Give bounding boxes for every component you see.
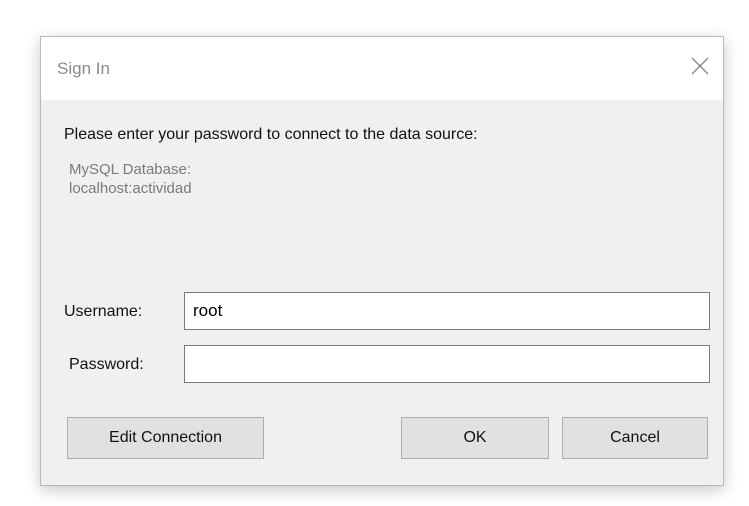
ok-label: OK	[463, 429, 487, 446]
close-icon[interactable]	[687, 53, 713, 79]
edit-connection-label: Edit Connection	[109, 429, 222, 446]
password-field[interactable]	[184, 345, 710, 383]
ok-button[interactable]: OK	[401, 417, 549, 459]
password-label: Password:	[69, 356, 144, 373]
data-source-name: localhost:actividad	[69, 180, 192, 197]
sign-in-dialog: Sign In Please enter your password to co…	[40, 36, 724, 486]
title-bar: Sign In	[41, 37, 723, 100]
edit-connection-button[interactable]: Edit Connection	[67, 417, 264, 459]
data-source-type: MySQL Database:	[69, 161, 191, 178]
username-field[interactable]: root	[184, 292, 710, 330]
username-label: Username:	[64, 303, 143, 320]
cancel-button[interactable]: Cancel	[562, 417, 708, 459]
connection-prompt: Please enter your password to connect to…	[64, 126, 478, 143]
data-source-info: MySQL Database: localhost:actividad	[69, 160, 192, 198]
dialog-title: Sign In	[57, 59, 110, 78]
cancel-label: Cancel	[610, 429, 660, 446]
